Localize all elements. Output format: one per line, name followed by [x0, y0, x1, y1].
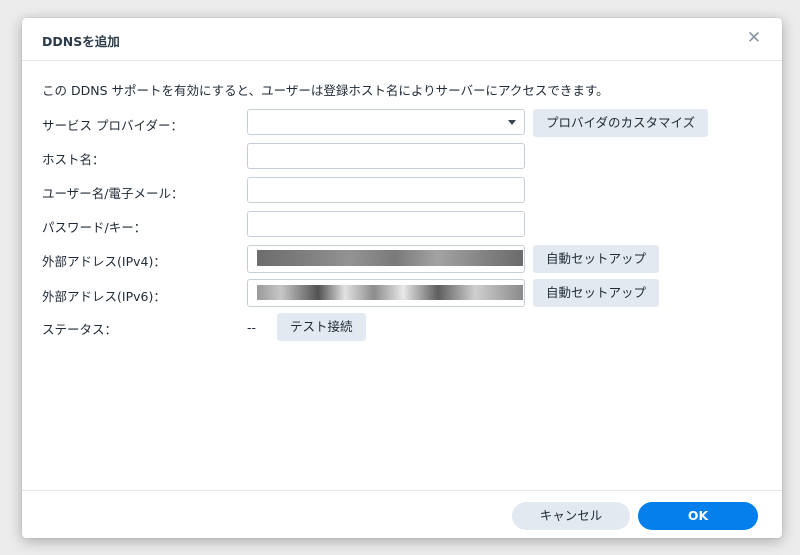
username-label: ユーザー名/電子メール：: [42, 186, 184, 201]
ok-button[interactable]: OK: [638, 502, 758, 530]
status-value: --: [247, 320, 257, 335]
password-field-wrapper: [247, 211, 525, 237]
ipv4-auto-setup-button[interactable]: 自動セットアップ: [533, 245, 660, 273]
provider-label: サービス プロバイダー：: [42, 118, 183, 133]
dialog-titlebar: DDNSを追加 ✕: [22, 18, 782, 61]
dialog-description: この DDNS サポートを有効にすると、ユーザーは登録ホスト名によりサーバーにア…: [42, 83, 609, 98]
password-input[interactable]: [248, 212, 524, 236]
ipv4-field[interactable]: [247, 245, 525, 273]
hostname-label: ホスト名：: [42, 152, 105, 167]
cancel-button[interactable]: キャンセル: [512, 502, 630, 530]
status-label: ステータス：: [42, 322, 118, 337]
chevron-down-icon: [508, 120, 516, 125]
username-field-wrapper: [247, 177, 525, 203]
ipv6-field[interactable]: [247, 279, 525, 307]
ipv4-redacted-value: [257, 250, 523, 266]
add-ddns-dialog: DDNSを追加 ✕ この DDNS サポートを有効にすると、ユーザーは登録ホスト…: [22, 18, 782, 538]
ipv6-auto-setup-button[interactable]: 自動セットアップ: [533, 279, 660, 307]
test-connection-button[interactable]: テスト接続: [277, 313, 366, 341]
hostname-input[interactable]: [248, 144, 524, 168]
password-label: パスワード/キー：: [42, 220, 147, 235]
username-input[interactable]: [248, 178, 524, 202]
dialog-footer: キャンセル OK: [22, 490, 782, 539]
dialog-title: DDNSを追加: [42, 34, 120, 49]
ipv6-label: 外部アドレス(IPv6)：: [42, 289, 166, 304]
ipv6-redacted-value: [257, 285, 523, 300]
provider-select[interactable]: [247, 109, 525, 135]
customize-provider-button[interactable]: プロバイダのカスタマイズ: [533, 109, 709, 137]
close-icon[interactable]: ✕: [744, 28, 764, 48]
ipv4-label: 外部アドレス(IPv4)：: [42, 254, 166, 269]
hostname-field-wrapper: [247, 143, 525, 169]
